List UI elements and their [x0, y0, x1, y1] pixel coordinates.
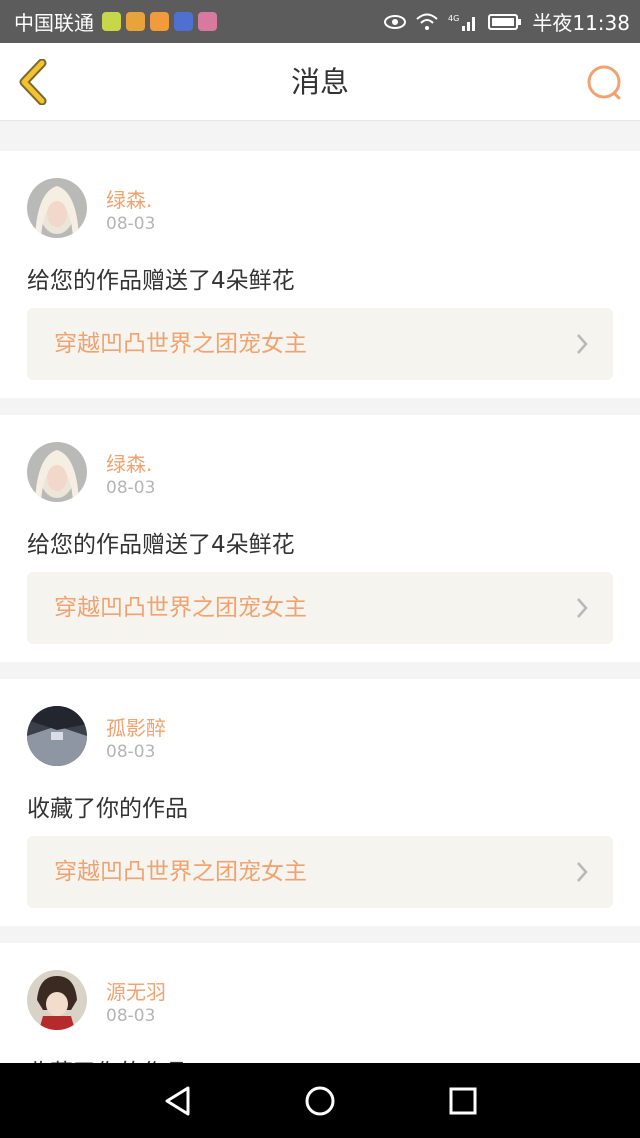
nav-bar: 消息 — [0, 43, 640, 121]
avatar[interactable] — [27, 706, 87, 766]
message-date: 08-03 — [106, 1006, 156, 1026]
work-title: 穿越凹凸世界之团宠女主 — [54, 859, 307, 885]
username[interactable]: 孤影醉 — [106, 712, 166, 741]
work-title: 穿越凹凸世界之团宠女主 — [54, 331, 307, 357]
app-notification-icon — [174, 12, 193, 31]
battery-icon — [488, 13, 522, 30]
avatar[interactable] — [27, 442, 87, 502]
message-card: 孤影醉 08-03 收藏了你的作品 穿越凹凸世界之团宠女主 — [0, 679, 640, 926]
nav-home-icon[interactable] — [304, 1085, 336, 1117]
message-card: 源无羽 08-03 收藏了你的作品 — [0, 943, 640, 1063]
avatar[interactable] — [27, 970, 87, 1030]
message-date: 08-03 — [106, 478, 156, 498]
message-card: 绿森. 08-03 给您的作品赠送了4朵鲜花 穿越凹凸世界之团宠女主 — [0, 151, 640, 398]
network-label: 4G — [448, 14, 459, 23]
message-date: 08-03 — [106, 742, 156, 762]
work-link[interactable]: 穿越凹凸世界之团宠女主 — [27, 308, 613, 380]
app-notification-icon — [102, 12, 121, 31]
avatar[interactable] — [27, 178, 87, 238]
work-title: 穿越凹凸世界之团宠女主 — [54, 595, 307, 621]
work-link[interactable]: 穿越凹凸世界之团宠女主 — [27, 836, 613, 908]
carrier-label: 中国联通 — [14, 11, 94, 35]
system-nav-bar — [0, 1063, 640, 1138]
message-text: 收藏了你的作品 — [27, 1053, 188, 1063]
search-button[interactable] — [584, 63, 624, 103]
signal-icon: 4G — [448, 14, 476, 31]
message-card: 绿森. 08-03 给您的作品赠送了4朵鲜花 穿越凹凸世界之团宠女主 — [0, 415, 640, 662]
chevron-right-icon — [577, 598, 588, 618]
clock: 半夜11:38 — [532, 11, 630, 35]
message-text: 给您的作品赠送了4朵鲜花 — [27, 532, 295, 558]
message-text: 给您的作品赠送了4朵鲜花 — [27, 268, 295, 294]
message-list[interactable]: 绿森. 08-03 给您的作品赠送了4朵鲜花 穿越凹凸世界之团宠女主 绿森. 0… — [0, 121, 640, 1063]
wifi-icon — [416, 13, 439, 30]
username[interactable]: 源无羽 — [106, 976, 166, 1005]
username[interactable]: 绿森. — [106, 448, 152, 477]
search-icon — [587, 65, 621, 100]
nav-recents-icon[interactable] — [448, 1086, 478, 1116]
message-text: 收藏了你的作品 — [27, 796, 188, 822]
chevron-right-icon — [577, 862, 588, 882]
chevron-right-icon — [577, 334, 588, 354]
username[interactable]: 绿森. — [106, 184, 152, 213]
nav-back-icon[interactable] — [163, 1085, 193, 1117]
message-date: 08-03 — [106, 214, 156, 234]
app-notification-icon — [126, 12, 145, 31]
eye-icon — [384, 14, 407, 29]
app-notification-icon — [198, 12, 217, 31]
page-title: 消息 — [290, 65, 349, 99]
app-notification-icon — [150, 12, 169, 31]
status-bar: 中国联通 4G 半夜11:38 — [0, 0, 640, 43]
work-link[interactable]: 穿越凹凸世界之团宠女主 — [27, 572, 613, 644]
